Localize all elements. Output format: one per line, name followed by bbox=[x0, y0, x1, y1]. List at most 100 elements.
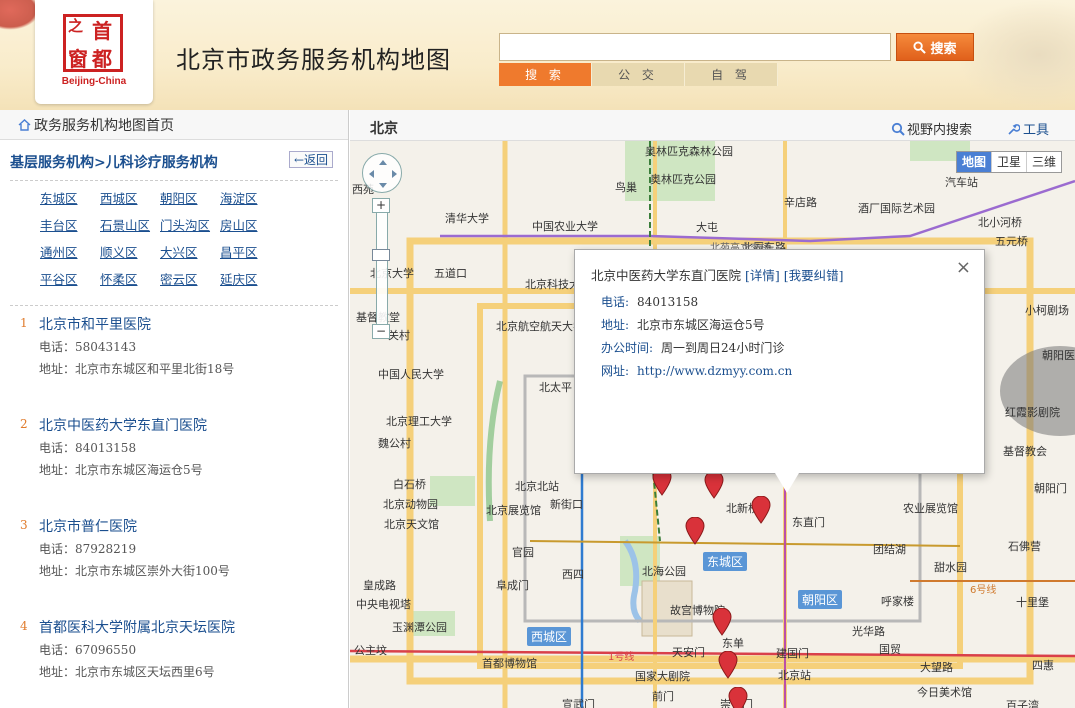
district-link[interactable]: 平谷区 bbox=[40, 271, 100, 289]
divider bbox=[10, 180, 338, 181]
result-name-link[interactable]: 北京市和平里医院 bbox=[39, 314, 151, 334]
map-label: 天安门 bbox=[672, 646, 705, 659]
map-label: 呼家楼 bbox=[881, 595, 914, 608]
result-name-link[interactable]: 北京中医药大学东直门医院 bbox=[39, 415, 207, 435]
zoom-slider-handle[interactable] bbox=[372, 249, 390, 261]
district-link[interactable]: 门头沟区 bbox=[160, 217, 220, 235]
logo-emblem: 首 都 之 窗 bbox=[63, 14, 123, 72]
search-mode-tabs: 搜 索 公 交 自 驾 bbox=[499, 63, 778, 86]
report-error-link[interactable]: [我要纠错] bbox=[784, 268, 844, 283]
district-link[interactable]: 顺义区 bbox=[100, 244, 160, 262]
info-window-pointer bbox=[775, 473, 799, 493]
district-list: 东城区 西城区 朝阳区 海淀区 丰台区 石景山区 门头沟区 房山区 通州区 顺义… bbox=[40, 190, 300, 289]
map-label: 建国门 bbox=[776, 647, 809, 660]
result-phone: 电话：87928219 bbox=[39, 542, 137, 556]
map-type-3d[interactable]: 三维 bbox=[1027, 152, 1061, 172]
website-link[interactable]: http://www.dzmyy.com.cn bbox=[637, 364, 792, 378]
district-link[interactable]: 西城区 bbox=[100, 190, 160, 208]
district-link[interactable]: 通州区 bbox=[40, 244, 100, 262]
home-link[interactable]: 政务服务机构地图首页 bbox=[34, 115, 174, 135]
district-link[interactable]: 延庆区 bbox=[220, 271, 280, 289]
search-icon bbox=[913, 40, 927, 54]
magnifier-icon bbox=[891, 122, 905, 136]
search-input[interactable] bbox=[499, 33, 891, 61]
map-label: 首都博物馆 bbox=[482, 657, 537, 670]
result-name-link[interactable]: 北京市普仁医院 bbox=[39, 516, 137, 536]
map-label: 奥林匹克公园 bbox=[650, 173, 716, 186]
map-type-switcher: 地图 卫星 三维 bbox=[956, 151, 1063, 173]
detail-link[interactable]: [详情] bbox=[745, 268, 780, 283]
district-link[interactable]: 密云区 bbox=[160, 271, 220, 289]
map-label: 公主坟 bbox=[354, 644, 387, 657]
district-link[interactable]: 丰台区 bbox=[40, 217, 100, 235]
district-map-label[interactable]: 西城区 bbox=[527, 627, 572, 646]
map-marker-icon[interactable] bbox=[712, 608, 732, 636]
district-map-label[interactable]: 朝阳区 bbox=[798, 590, 843, 609]
district-link[interactable]: 大兴区 bbox=[160, 244, 220, 262]
district-link[interactable]: 昌平区 bbox=[220, 244, 280, 262]
zoom-slider-track[interactable] bbox=[376, 198, 388, 338]
zoom-out-button[interactable]: − bbox=[372, 324, 390, 339]
home-icon bbox=[18, 118, 31, 131]
tab-drive[interactable]: 自 驾 bbox=[685, 63, 778, 86]
breadcrumb: 基层服务机构>儿科诊疗服务机构 bbox=[10, 155, 218, 171]
map-marker-icon[interactable] bbox=[751, 496, 771, 524]
arrow-left-icon: ← bbox=[293, 152, 305, 167]
map-label: 十里堡 bbox=[1016, 596, 1049, 609]
district-link[interactable]: 东城区 bbox=[40, 190, 100, 208]
sidebar-home-row: 政务服务机构地图首页 bbox=[0, 110, 348, 140]
map-label: 玉渊潭公园 bbox=[392, 621, 447, 634]
close-icon[interactable]: × bbox=[956, 257, 971, 278]
breadcrumb-row: 基层服务机构>儿科诊疗服务机构 ← 返回 bbox=[0, 140, 348, 180]
map-label: 北京站 bbox=[778, 669, 811, 682]
map-label: 石佛营 bbox=[1008, 540, 1041, 553]
view-search-button[interactable]: 视野内搜索 bbox=[891, 119, 972, 138]
district-link[interactable]: 海淀区 bbox=[220, 190, 280, 208]
district-map-label[interactable]: 东城区 bbox=[703, 552, 748, 571]
result-address: 地址：北京市东城区天坛西里6号 bbox=[39, 665, 215, 679]
result-address: 地址：北京市东城区和平里北街18号 bbox=[39, 362, 235, 376]
result-number: 2 bbox=[20, 417, 28, 431]
map-label: 五元桥 bbox=[995, 235, 1028, 248]
map-label: 6号线 bbox=[970, 585, 997, 596]
map-marker-icon[interactable] bbox=[704, 471, 724, 499]
map-type-map[interactable]: 地图 bbox=[957, 152, 993, 172]
map-label: 前门 bbox=[652, 690, 674, 703]
result-phone: 电话：67096550 bbox=[39, 643, 137, 657]
map-marker-icon[interactable] bbox=[685, 517, 705, 545]
map-label: 大望路 bbox=[920, 661, 953, 674]
map-label: 北京北站 bbox=[515, 480, 559, 493]
district-link[interactable]: 石景山区 bbox=[100, 217, 160, 235]
district-link[interactable]: 怀柔区 bbox=[100, 271, 160, 289]
map-label: 阜成门 bbox=[496, 579, 529, 592]
map-label: 北小河桥 bbox=[978, 216, 1022, 229]
info-website: 网址: http://www.dzmyy.com.cn bbox=[601, 364, 793, 378]
back-button[interactable]: ← 返回 bbox=[289, 151, 333, 168]
map-label: 今日美术馆 bbox=[917, 686, 972, 699]
site-logo[interactable]: 首 都 之 窗 Beijing-China bbox=[35, 0, 153, 104]
district-link[interactable]: 朝阳区 bbox=[160, 190, 220, 208]
map-marker-icon[interactable] bbox=[718, 651, 738, 679]
map-label: 北京航空航天大学 bbox=[496, 320, 584, 333]
map-label: 甜水园 bbox=[934, 561, 967, 574]
map-label: 新街口 bbox=[550, 498, 583, 511]
district-link[interactable]: 房山区 bbox=[220, 217, 280, 235]
result-phone: 电话：84013158 bbox=[39, 441, 137, 455]
info-address: 地址: 北京市东城区海运仓5号 bbox=[601, 318, 765, 332]
map-type-satellite[interactable]: 卫星 bbox=[992, 152, 1028, 172]
zoom-in-button[interactable]: + bbox=[372, 198, 390, 213]
map-label: 酒厂国际艺术园 bbox=[858, 202, 935, 215]
map-label: 北海公园 bbox=[642, 565, 686, 578]
sidebar: 政务服务机构地图首页 基层服务机构>儿科诊疗服务机构 ← 返回 东城区 西城区 朝… bbox=[0, 110, 349, 708]
tab-search[interactable]: 搜 索 bbox=[499, 63, 592, 86]
map-marker-icon[interactable] bbox=[728, 687, 748, 708]
tab-bus[interactable]: 公 交 bbox=[592, 63, 685, 86]
result-number: 4 bbox=[20, 619, 28, 633]
info-hours: 办公时间: 周一到周日24小时门诊 bbox=[601, 341, 785, 355]
map-label: 辛店路 bbox=[784, 196, 817, 209]
pan-control[interactable] bbox=[362, 153, 402, 193]
tools-button[interactable]: 工具 bbox=[1006, 119, 1049, 138]
search-button[interactable]: 搜索 bbox=[896, 33, 974, 61]
result-name-link[interactable]: 首都医科大学附属北京天坛医院 bbox=[39, 617, 235, 637]
map-label: 北京动物园 bbox=[383, 498, 438, 511]
